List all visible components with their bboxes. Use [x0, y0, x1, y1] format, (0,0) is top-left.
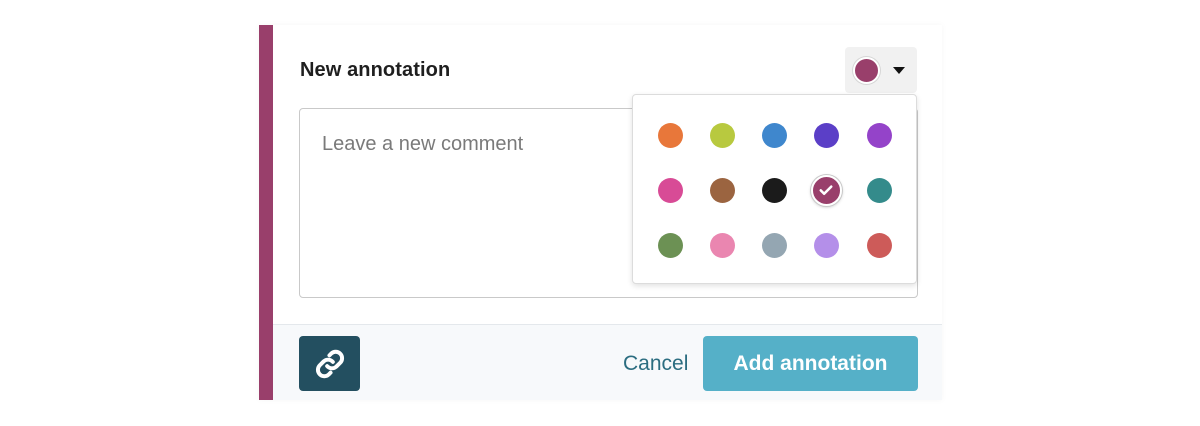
- page-title: New annotation: [300, 59, 451, 81]
- add-annotation-button[interactable]: Add annotation: [703, 336, 918, 391]
- color-swatch[interactable]: [761, 177, 787, 203]
- link-icon: [315, 349, 344, 378]
- color-swatch[interactable]: [866, 232, 892, 258]
- color-swatch[interactable]: [709, 122, 735, 148]
- color-swatch[interactable]: [761, 122, 787, 148]
- color-swatch[interactable]: [657, 122, 683, 148]
- color-swatch[interactable]: [866, 122, 892, 148]
- color-swatch[interactable]: [657, 177, 683, 203]
- color-palette-dropdown: [632, 94, 917, 284]
- annotation-footer: Cancel Add annotation: [273, 324, 942, 400]
- selected-color-swatch: [853, 57, 880, 84]
- color-swatch[interactable]: [709, 177, 735, 203]
- chevron-down-icon: [893, 67, 905, 74]
- color-picker-button[interactable]: [845, 47, 917, 93]
- color-swatch[interactable]: [709, 232, 735, 258]
- color-swatch[interactable]: [866, 177, 892, 203]
- color-swatch[interactable]: [810, 174, 842, 206]
- color-swatch[interactable]: [657, 232, 683, 258]
- color-swatch[interactable]: [813, 122, 839, 148]
- color-swatch[interactable]: [813, 232, 839, 258]
- comment-placeholder: Leave a new comment: [322, 133, 524, 155]
- link-button[interactable]: [299, 336, 360, 391]
- color-swatch[interactable]: [761, 232, 787, 258]
- check-icon: [819, 185, 833, 196]
- cancel-button[interactable]: Cancel: [623, 352, 688, 376]
